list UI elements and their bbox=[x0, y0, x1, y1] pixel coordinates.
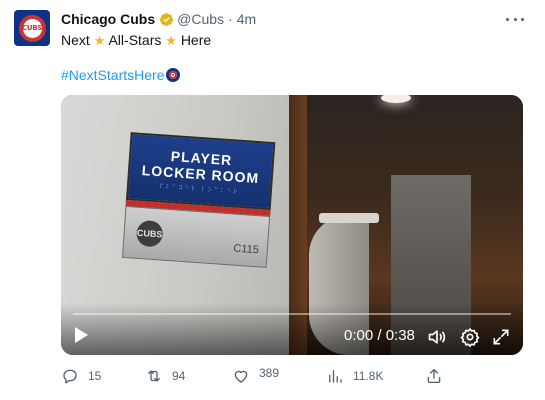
tweet-text-next: Next bbox=[61, 32, 90, 48]
sign-plate: CUBS C115 bbox=[121, 205, 271, 268]
retweet-count: 94 bbox=[172, 369, 186, 383]
views-chart-icon bbox=[329, 370, 342, 383]
tweet-text: Next ★ All-Stars ★ Here bbox=[61, 31, 211, 51]
cubs-hashflag-icon bbox=[166, 68, 181, 82]
sign-title-panel: PLAYER LOCKER ROOM ⠏⠇⠁⠽⠑⠗ ⠇⠕⠉⠅⠑⠗ bbox=[125, 132, 276, 211]
video-timecode: 0:00 / 0:38 bbox=[344, 327, 415, 344]
cubs-logo-icon: CUBS bbox=[18, 14, 46, 42]
sign-cubs-logo-icon: CUBS bbox=[135, 219, 164, 248]
avatar-logo-text: CUBS bbox=[22, 24, 42, 32]
video-player[interactable]: PLAYER LOCKER ROOM ⠏⠇⠁⠽⠑⠗ ⠇⠕⠉⠅⠑⠗ CUBS C1… bbox=[61, 95, 523, 355]
verified-badge-icon bbox=[160, 12, 174, 26]
tweet-text-all-stars: All-Stars bbox=[108, 32, 162, 48]
tweet-header: Chicago Cubs @Cubs · 4m bbox=[61, 9, 256, 29]
tweet-card[interactable]: CUBS Chicago Cubs @Cubs · 4m Next ★ All-… bbox=[0, 0, 545, 400]
hashtag-link[interactable]: #NextStartsHere bbox=[61, 66, 164, 84]
like-button[interactable]: 389 bbox=[232, 363, 279, 383]
tweet-text-here: Here bbox=[180, 32, 212, 48]
reply-count: 15 bbox=[88, 369, 102, 383]
volume-icon[interactable] bbox=[427, 327, 447, 347]
play-icon[interactable] bbox=[75, 327, 88, 343]
views-count: 11.8K bbox=[353, 369, 384, 383]
author-name[interactable]: Chicago Cubs bbox=[61, 11, 155, 27]
video-progress-bar[interactable] bbox=[73, 313, 511, 315]
star-icon: ★ bbox=[93, 34, 106, 49]
locker-room-sign: PLAYER LOCKER ROOM ⠏⠇⠁⠽⠑⠗ ⠇⠕⠉⠅⠑⠗ CUBS C1… bbox=[121, 132, 276, 272]
retweet-icon bbox=[148, 370, 160, 382]
hashtag-line: #NextStartsHere bbox=[61, 66, 181, 84]
reply-icon bbox=[63, 369, 77, 384]
tweet-actions: 15 94 389 11.8K bbox=[61, 366, 451, 386]
video-frame-handle bbox=[319, 213, 379, 223]
heart-icon bbox=[234, 370, 248, 383]
star-icon: ★ bbox=[165, 34, 177, 49]
reply-button[interactable]: 15 bbox=[61, 366, 101, 386]
author-handle[interactable]: @Cubs bbox=[177, 11, 224, 27]
sign-logo-text: CUBS bbox=[136, 227, 163, 240]
share-button[interactable] bbox=[425, 366, 452, 386]
video-controls: 0:00 / 0:38 bbox=[61, 303, 523, 355]
views-button[interactable]: 11.8K bbox=[326, 366, 383, 386]
avatar[interactable]: CUBS bbox=[14, 10, 50, 46]
fullscreen-icon[interactable] bbox=[491, 327, 511, 347]
settings-gear-icon[interactable] bbox=[460, 327, 480, 347]
retweet-button[interactable]: 94 bbox=[145, 366, 185, 386]
like-count: 389 bbox=[259, 366, 280, 380]
sign-braille: ⠏⠇⠁⠽⠑⠗ ⠇⠕⠉⠅⠑⠗ bbox=[159, 183, 240, 196]
tweet-timestamp[interactable]: 4m bbox=[237, 11, 256, 27]
share-icon bbox=[427, 368, 441, 384]
sign-room-number: C115 bbox=[232, 242, 260, 257]
more-options-icon[interactable] bbox=[506, 10, 524, 28]
header-separator: · bbox=[228, 11, 233, 27]
